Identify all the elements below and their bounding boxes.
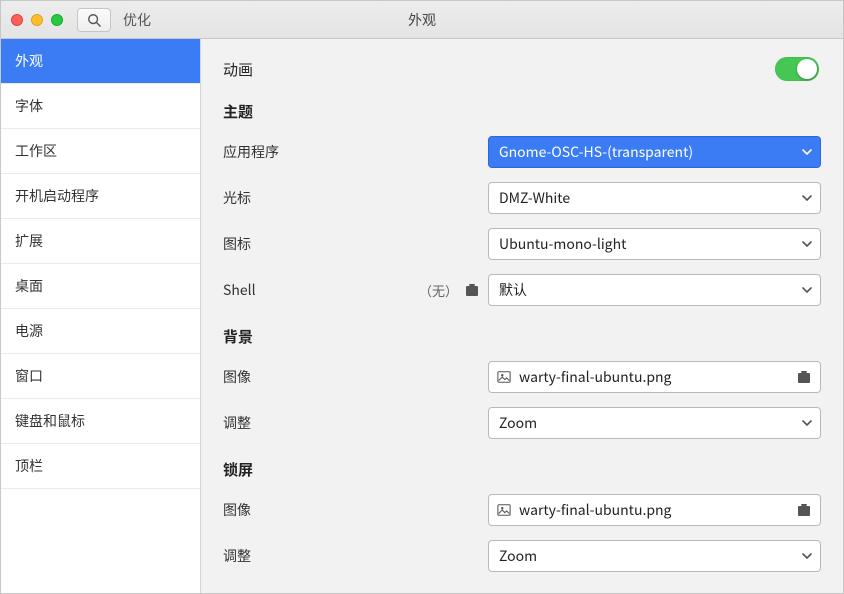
chevron-down-icon xyxy=(802,149,812,155)
minimize-icon[interactable] xyxy=(31,14,43,26)
sidebar-item-label: 扩展 xyxy=(15,231,43,251)
sidebar-item-label: 电源 xyxy=(15,321,43,341)
chevron-down-icon xyxy=(802,195,812,201)
sidebar-item-workspaces[interactable]: 工作区 xyxy=(1,129,200,174)
close-icon[interactable] xyxy=(11,14,23,26)
titlebar: 优化 外观 xyxy=(1,1,843,39)
sidebar-item-power[interactable]: 电源 xyxy=(1,309,200,354)
lockscreen-image-value: warty-final-ubuntu.png xyxy=(519,500,671,520)
open-file-icon xyxy=(796,502,812,518)
sidebar-item-appearance[interactable]: 外观 xyxy=(1,39,200,84)
sidebar: 外观 字体 工作区 开机启动程序 扩展 桌面 电源 窗口 键盘和鼠标 顶栏 xyxy=(1,39,201,593)
animation-label: 动画 xyxy=(223,59,398,80)
theme-shell-value: 默认 xyxy=(499,280,527,300)
image-file-icon xyxy=(497,370,511,384)
section-heading-theme: 主题 xyxy=(223,101,821,122)
image-file-icon xyxy=(497,503,511,517)
chevron-down-icon xyxy=(802,287,812,293)
lockscreen-adjust-value: Zoom xyxy=(499,546,537,566)
search-button[interactable] xyxy=(77,8,111,32)
background-image-select[interactable]: warty-final-ubuntu.png xyxy=(488,361,821,393)
theme-app-select[interactable]: Gnome-OSC-HS-(transparent) xyxy=(488,136,821,168)
lockscreen-image-select[interactable]: warty-final-ubuntu.png xyxy=(488,494,821,526)
chevron-down-icon xyxy=(802,420,812,426)
sidebar-item-label: 外观 xyxy=(15,51,43,71)
theme-shell-label: Shell xyxy=(223,280,398,300)
window-controls xyxy=(1,14,63,26)
background-adjust-label: 调整 xyxy=(223,413,398,433)
background-image-label: 图像 xyxy=(223,367,398,387)
background-adjust-value: Zoom xyxy=(499,413,537,433)
theme-app-value: Gnome-OSC-HS-(transparent) xyxy=(499,142,693,162)
theme-shell-select[interactable]: 默认 xyxy=(488,274,821,306)
open-file-icon xyxy=(796,369,812,385)
sidebar-item-extensions[interactable]: 扩展 xyxy=(1,219,200,264)
theme-app-label: 应用程序 xyxy=(223,142,398,162)
theme-icons-value: Ubuntu-mono-light xyxy=(499,234,626,254)
sidebar-item-topbar[interactable]: 顶栏 xyxy=(1,444,200,489)
sidebar-item-label: 开机启动程序 xyxy=(15,186,99,206)
section-heading-background: 背景 xyxy=(223,326,821,347)
sidebar-item-fonts[interactable]: 字体 xyxy=(1,84,200,129)
sidebar-item-windows[interactable]: 窗口 xyxy=(1,354,200,399)
main-panel: 动画 主题 应用程序 Gnome-OSC-HS-(transparent) 光标… xyxy=(201,39,843,593)
open-file-icon[interactable] xyxy=(464,282,480,298)
theme-cursor-value: DMZ-White xyxy=(499,188,570,208)
background-image-value: warty-final-ubuntu.png xyxy=(519,367,671,387)
chevron-down-icon xyxy=(802,241,812,247)
sidebar-item-keyboard-mouse[interactable]: 键盘和鼠标 xyxy=(1,399,200,444)
sidebar-item-desktop[interactable]: 桌面 xyxy=(1,264,200,309)
sidebar-item-label: 桌面 xyxy=(15,276,43,296)
search-icon xyxy=(87,13,101,27)
sidebar-item-label: 工作区 xyxy=(15,141,57,161)
theme-icons-select[interactable]: Ubuntu-mono-light xyxy=(488,228,821,260)
maximize-icon[interactable] xyxy=(51,14,63,26)
theme-cursor-label: 光标 xyxy=(223,188,398,208)
chevron-down-icon xyxy=(802,553,812,559)
theme-icons-label: 图标 xyxy=(223,234,398,254)
background-adjust-select[interactable]: Zoom xyxy=(488,407,821,439)
animation-toggle[interactable] xyxy=(775,57,819,81)
theme-cursor-select[interactable]: DMZ-White xyxy=(488,182,821,214)
lockscreen-adjust-select[interactable]: Zoom xyxy=(488,540,821,572)
sidebar-item-label: 键盘和鼠标 xyxy=(15,411,85,431)
lockscreen-image-label: 图像 xyxy=(223,500,398,520)
lockscreen-adjust-label: 调整 xyxy=(223,546,398,566)
theme-shell-none: （无） xyxy=(419,281,458,300)
sidebar-item-label: 字体 xyxy=(15,96,43,116)
app-name: 优化 xyxy=(123,10,151,30)
section-heading-lockscreen: 锁屏 xyxy=(223,459,821,480)
sidebar-item-label: 顶栏 xyxy=(15,456,43,476)
sidebar-item-startup[interactable]: 开机启动程序 xyxy=(1,174,200,219)
sidebar-item-label: 窗口 xyxy=(15,366,43,386)
